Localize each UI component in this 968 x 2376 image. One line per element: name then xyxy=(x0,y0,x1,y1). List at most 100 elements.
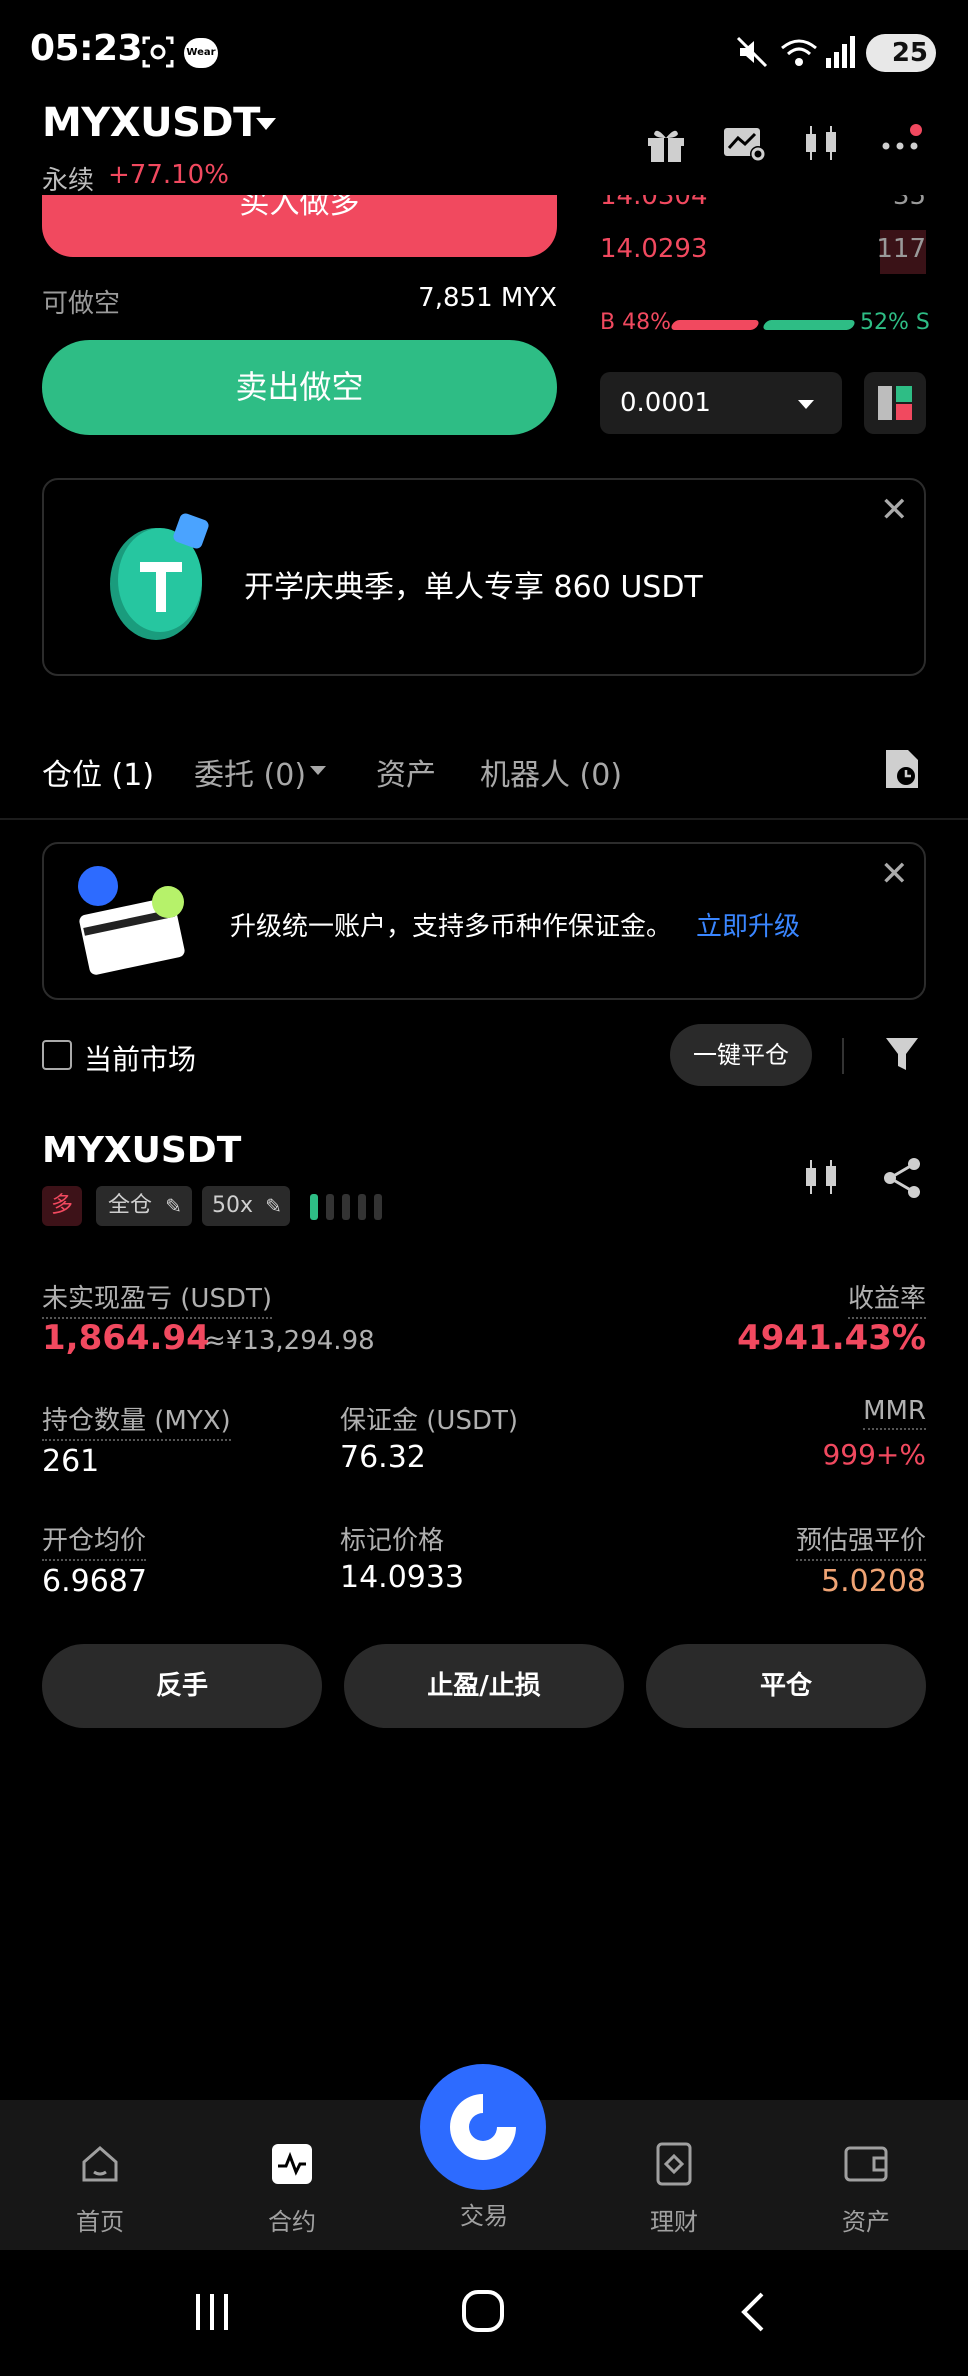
gift-icon[interactable] xyxy=(642,120,690,168)
home-button-icon[interactable] xyxy=(460,2288,506,2334)
tick-size-value: 0.0001 xyxy=(620,388,711,418)
buy-long-button[interactable]: 买入做多 xyxy=(42,195,557,257)
current-market-checkbox[interactable] xyxy=(42,1040,72,1070)
nav-futures[interactable]: 合约 xyxy=(232,2140,352,2237)
chart-settings-icon[interactable] xyxy=(720,120,768,168)
side-tag: 多 xyxy=(42,1186,82,1226)
risk-level-bar xyxy=(342,1194,350,1220)
ask-qty: 35 xyxy=(892,195,926,211)
position-symbol[interactable]: MYXUSDT xyxy=(42,1130,241,1171)
nav-trade-label: 交易 xyxy=(460,2202,508,2230)
home-icon xyxy=(82,2146,118,2182)
sell-ratio: 52% S xyxy=(860,310,930,335)
ask-price: 14.0304 xyxy=(600,195,708,211)
upgrade-link[interactable]: 立即升级 xyxy=(696,906,800,943)
mark-price-value: 14.0933 xyxy=(340,1560,465,1595)
mmr-label[interactable]: MMR xyxy=(863,1396,926,1430)
promo-banner[interactable]: 开学庆典季，单人专享 860 USDT ✕ xyxy=(42,478,926,676)
close-icon[interactable]: ✕ xyxy=(880,854,909,894)
close-position-button[interactable]: 平仓 xyxy=(646,1644,926,1728)
reverse-button[interactable]: 反手 xyxy=(42,1644,322,1728)
orderbook-row[interactable]: 14.0293 117 xyxy=(600,234,926,274)
futures-icon xyxy=(272,2144,312,2184)
short-available-label: 可做空 xyxy=(42,289,121,319)
nav-trade-label-wrap[interactable]: 交易 xyxy=(424,2196,544,2231)
tab-positions[interactable]: 仓位 (1) xyxy=(42,750,154,794)
share-icon[interactable] xyxy=(878,1154,926,1202)
history-icon[interactable] xyxy=(882,748,922,790)
tab-assets[interactable]: 资产 xyxy=(376,750,436,794)
entry-price-value: 6.9687 xyxy=(42,1564,147,1599)
nav-home[interactable]: 首页 xyxy=(40,2140,160,2237)
position-size-value: 261 xyxy=(42,1444,100,1479)
assets-icon xyxy=(844,2146,888,2182)
upgrade-text: 升级统一账户，支持多币种作保证金。 xyxy=(230,912,673,942)
nav-earn[interactable]: 理财 xyxy=(614,2140,734,2237)
screenshot-icon xyxy=(142,36,174,68)
wear-label: Wear xyxy=(186,47,216,58)
upgrade-banner[interactable]: 升级统一账户，支持多币种作保证金。 立即升级 ✕ xyxy=(42,842,926,1000)
layout-icon xyxy=(878,386,912,420)
orderbook-row-clipped[interactable]: 14.0304 35 xyxy=(600,195,926,213)
chevron-down-icon xyxy=(798,400,814,409)
nav-assets[interactable]: 资产 xyxy=(806,2140,926,2237)
nav-futures-label: 合约 xyxy=(268,2208,316,2236)
margin-mode-label: 全仓 xyxy=(108,1193,153,1218)
mmr-value: 999+% xyxy=(822,1438,926,1471)
sell-short-button[interactable]: 卖出做空 xyxy=(42,340,557,435)
orderbook-layout-button[interactable] xyxy=(864,372,926,434)
position-size-label[interactable]: 持仓数量 (MYX) xyxy=(42,1400,231,1441)
risk-level-bar xyxy=(310,1194,318,1220)
current-market-label[interactable]: 当前市场 xyxy=(84,1038,196,1078)
battery-indicator: 25 xyxy=(866,34,936,72)
close-icon[interactable]: ✕ xyxy=(880,490,909,530)
unrealized-pnl-label[interactable]: 未实现盈亏 (USDT) xyxy=(42,1278,272,1319)
liq-price-value: 5.0208 xyxy=(821,1564,926,1599)
recents-icon[interactable] xyxy=(190,2290,234,2334)
margin-value: 76.32 xyxy=(340,1440,426,1475)
risk-level-bar xyxy=(374,1194,382,1220)
roe-label[interactable]: 收益率 xyxy=(847,1278,926,1319)
ask-price: 14.0293 xyxy=(600,234,708,264)
signal-icon xyxy=(826,36,855,68)
status-time: 05:23 xyxy=(30,28,143,69)
tab-orders[interactable]: 委托 (0) xyxy=(194,750,306,794)
tick-size-select[interactable]: 0.0001 xyxy=(600,372,842,434)
contract-type: 永续 xyxy=(42,166,95,196)
unrealized-pnl-value: 1,864.94 xyxy=(42,1318,210,1358)
nav-home-label: 首页 xyxy=(76,2208,124,2236)
entry-price-label[interactable]: 开仓均价 xyxy=(42,1520,147,1561)
short-available-value: 7,851 MYX xyxy=(418,283,557,313)
battery-level: 25 xyxy=(891,38,928,68)
candlestick-icon[interactable] xyxy=(798,1154,846,1202)
more-icon[interactable] xyxy=(878,120,926,168)
leverage-label: 50x xyxy=(212,1193,254,1218)
buy-ratio-bar xyxy=(669,320,761,330)
candlestick-icon[interactable] xyxy=(798,120,846,168)
trade-fab[interactable] xyxy=(420,2064,546,2190)
unrealized-pnl-cny: ≈¥13,294.98 xyxy=(204,1326,375,1356)
risk-level-bar xyxy=(326,1194,334,1220)
buy-long-label: 买入做多 xyxy=(239,195,360,221)
tp-sl-button[interactable]: 止盈/止损 xyxy=(344,1644,624,1728)
trade-icon xyxy=(450,2094,516,2160)
filter-divider xyxy=(842,1038,844,1074)
margin-label: 保证金 (USDT) xyxy=(340,1406,518,1436)
chevron-down-icon[interactable] xyxy=(310,766,326,775)
back-icon[interactable] xyxy=(734,2290,774,2334)
nav-earn-label: 理财 xyxy=(650,2208,698,2236)
leverage-tag[interactable]: 50x ✎ xyxy=(202,1186,290,1226)
liq-price-label[interactable]: 预估强平价 xyxy=(795,1520,926,1561)
chevron-down-icon[interactable] xyxy=(256,118,276,130)
symbol-selector[interactable]: MYXUSDT xyxy=(42,100,260,146)
filter-icon[interactable] xyxy=(882,1034,922,1074)
close-all-button[interactable]: 一键平仓 xyxy=(670,1024,812,1086)
roe-value: 4941.43% xyxy=(737,1318,926,1358)
risk-level-bar xyxy=(358,1194,366,1220)
edit-icon: ✎ xyxy=(265,1194,282,1218)
margin-mode-tag[interactable]: 全仓 ✎ xyxy=(96,1186,192,1226)
tab-bots[interactable]: 机器人 (0) xyxy=(480,750,622,794)
earn-icon xyxy=(656,2142,692,2186)
usdt-coin-icon xyxy=(110,513,209,640)
promo-text: 开学庆典季，单人专享 860 USDT xyxy=(244,570,703,605)
